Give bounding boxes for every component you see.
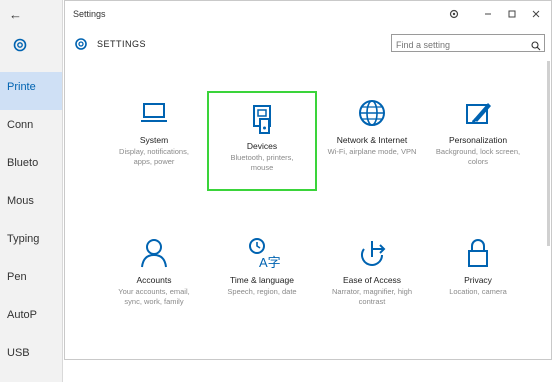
tile-description: Wi-Fi, airplane mode, VPN: [327, 147, 417, 156]
background-nav-list: Printe Conn Blueto Mous Typing Pen AutoP…: [0, 72, 62, 376]
tile-personalization[interactable]: Personalization Background, lock screen,…: [423, 87, 533, 187]
bg-nav-item[interactable]: AutoP: [0, 300, 62, 338]
settings-tiles: System Display, notifications, apps, pow…: [65, 87, 551, 347]
ease-of-access-icon: [354, 235, 390, 271]
tile-privacy[interactable]: Privacy Location, camera: [423, 227, 533, 327]
tile-name: Devices: [246, 141, 278, 151]
person-icon: [136, 235, 172, 271]
tile-description: Speech, region, date: [227, 287, 297, 296]
bg-nav-item[interactable]: Pen: [0, 262, 62, 300]
tile-description: Bluetooth, printers, mouse: [230, 153, 294, 172]
window-title: Settings: [73, 9, 106, 19]
globe-icon: [354, 95, 390, 131]
page-title: SETTINGS: [97, 39, 147, 49]
bg-nav-item[interactable]: Conn: [0, 110, 62, 148]
tile-name: Privacy: [464, 275, 492, 285]
bg-nav-item[interactable]: Blueto: [0, 148, 62, 186]
tile-network-internet[interactable]: Network & Internet Wi-Fi, airplane mode,…: [317, 87, 427, 187]
search-box[interactable]: [391, 34, 545, 53]
lock-icon: [460, 235, 496, 271]
bg-nav-item[interactable]: Printe: [0, 72, 62, 110]
gear-icon: [449, 9, 459, 19]
minimize-icon: [485, 13, 491, 15]
tile-description: Your accounts, email, sync, work, family: [118, 287, 190, 306]
tile-name: System: [139, 135, 169, 145]
tile-description: Narrator, magnifier, high contrast: [331, 287, 413, 306]
minimize-button[interactable]: [477, 5, 499, 23]
tile-name: Personalization: [448, 135, 508, 145]
back-arrow-icon[interactable]: ←: [9, 7, 22, 22]
scrollbar[interactable]: [547, 61, 550, 246]
gear-icon: [12, 37, 28, 53]
tile-description: Background, lock screen, colors: [435, 147, 521, 166]
close-button[interactable]: [525, 5, 547, 23]
time-language-icon: A字: [244, 235, 281, 271]
background-settings-window: ← Printe Conn Blueto Mous Typing Pen Aut…: [0, 0, 63, 382]
tile-name: Ease of Access: [342, 275, 402, 285]
title-bar: Settings: [65, 1, 551, 29]
tile-accounts[interactable]: Accounts Your accounts, email, sync, wor…: [99, 227, 209, 327]
gear-icon: [74, 37, 88, 51]
close-icon: [532, 10, 540, 18]
settings-window: Settings SETTINGS System Display, not: [64, 0, 552, 360]
settings-gear-button[interactable]: [443, 5, 465, 23]
search-input[interactable]: [392, 37, 526, 53]
tile-name: Network & Internet: [336, 135, 408, 145]
bg-nav-item[interactable]: Mous: [0, 186, 62, 224]
tile-name: Accounts: [136, 275, 172, 285]
maximize-button[interactable]: [501, 5, 523, 23]
tile-ease-of-access[interactable]: Ease of Access Narrator, magnifier, high…: [317, 227, 427, 327]
tile-devices[interactable]: Devices Bluetooth, printers, mouse: [207, 91, 317, 191]
devices-icon: [244, 101, 280, 137]
tile-description: Location, camera: [449, 287, 507, 296]
laptop-icon: [136, 95, 172, 131]
bg-nav-item[interactable]: USB: [0, 338, 62, 376]
tile-description: Display, notifications, apps, power: [119, 147, 189, 166]
search-icon[interactable]: [531, 38, 541, 51]
tile-time-language[interactable]: A字 Time & language Speech, region, date: [207, 227, 317, 327]
tile-system[interactable]: System Display, notifications, apps, pow…: [99, 87, 209, 187]
paintbrush-icon: [460, 95, 496, 131]
bg-nav-item[interactable]: Typing: [0, 224, 62, 262]
tile-name: Time & language: [230, 275, 294, 285]
maximize-icon: [508, 10, 516, 18]
svg-text:A字: A字: [259, 255, 280, 270]
